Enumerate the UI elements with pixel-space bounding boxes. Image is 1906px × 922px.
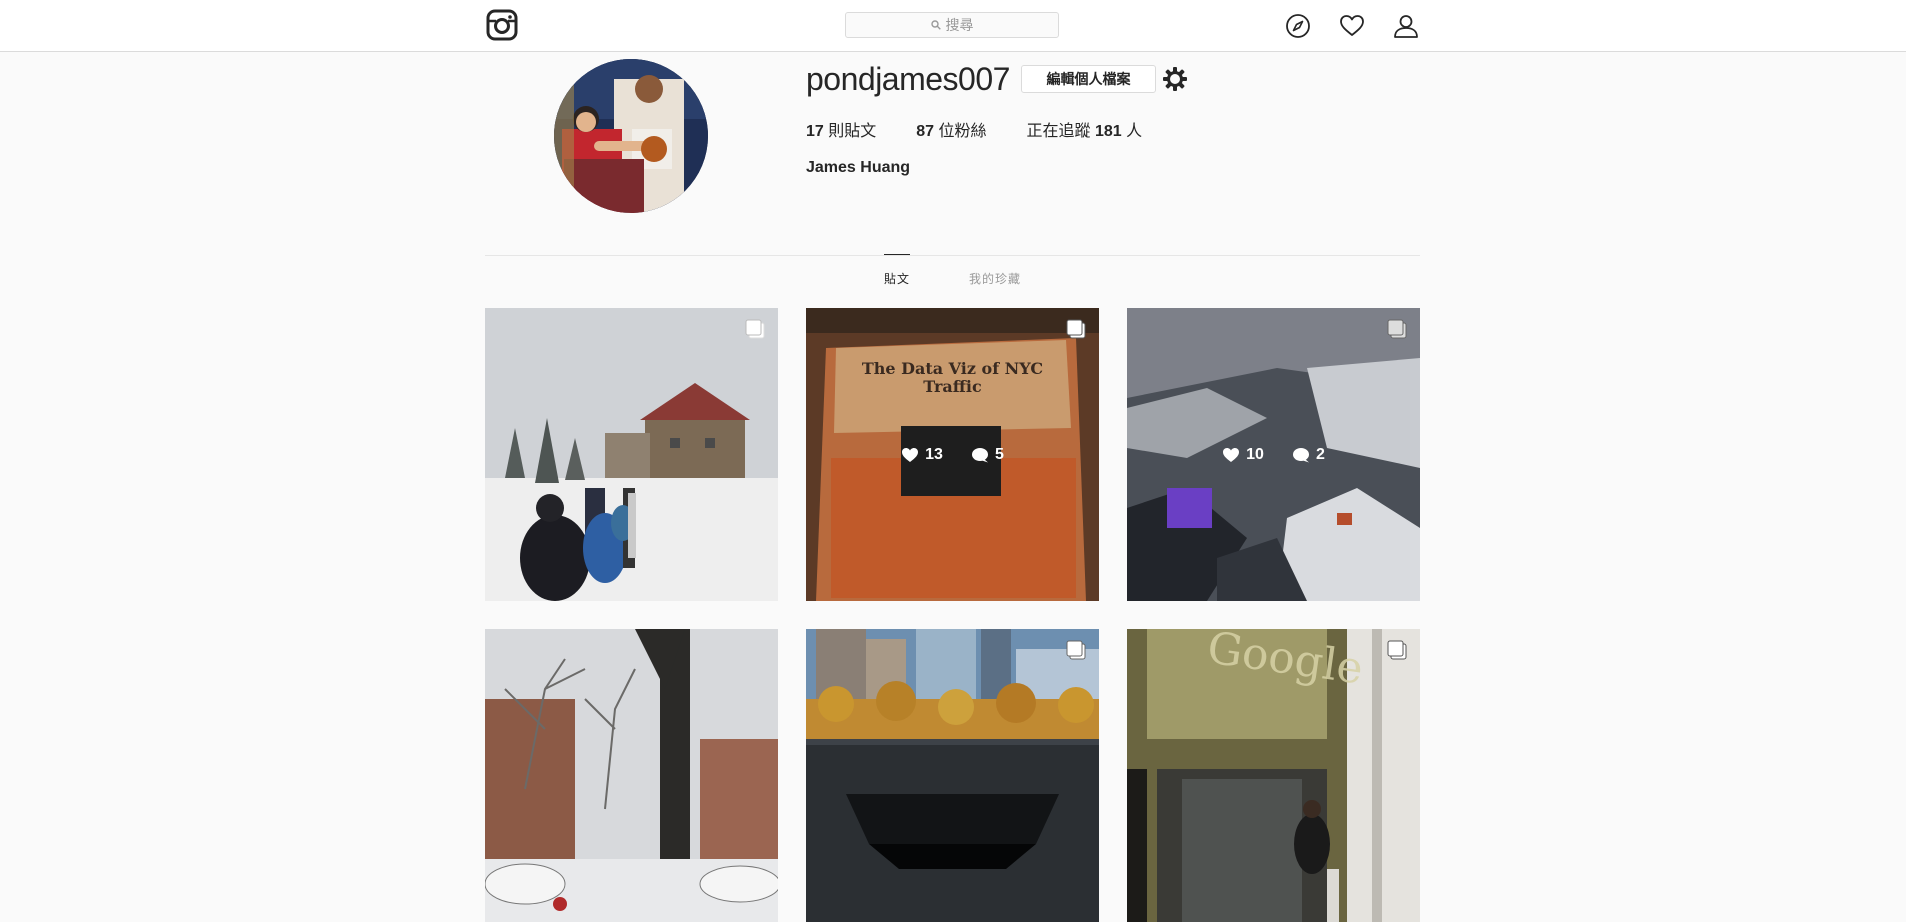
heart-icon [1223, 447, 1240, 462]
post-thumbnail[interactable]: 10 2 [1127, 308, 1420, 601]
post-thumbnail[interactable]: Google [1127, 629, 1420, 922]
profile-stats: 17 則貼文 87 位粉絲 正在追蹤 181 人 [806, 117, 1142, 141]
compass-icon[interactable] [1285, 13, 1311, 39]
search-placeholder: 搜尋 [945, 17, 974, 33]
multiple-photos-icon [1387, 640, 1407, 660]
post-thumbnail[interactable] [485, 308, 778, 601]
multiple-photos-icon [1066, 640, 1086, 660]
active-tab-indicator [884, 254, 910, 255]
likes-count: 10 [1222, 446, 1264, 464]
person-icon[interactable] [1393, 13, 1419, 39]
search-input[interactable]: 搜尋 [845, 12, 1059, 38]
multiple-photos-icon [1066, 319, 1086, 339]
multiple-photos-icon [1387, 319, 1407, 339]
profile-full-name: James Huang [806, 159, 911, 176]
likes-count: 13 [901, 446, 943, 464]
profile-username: pondjames007 [806, 61, 1010, 97]
avatar-photo [554, 59, 708, 213]
heart-icon[interactable] [1339, 13, 1365, 39]
gear-icon[interactable] [1161, 65, 1189, 93]
instagram-logo-icon[interactable] [486, 9, 518, 41]
edit-profile-button[interactable]: 編輯個人檔案 [1021, 65, 1156, 93]
comment-bubble-icon [1292, 447, 1309, 462]
post-image [485, 308, 778, 601]
post-image [485, 629, 778, 922]
posts-count: 17 則貼文 [806, 123, 877, 140]
avatar[interactable] [554, 59, 708, 213]
post-thumbnail[interactable] [485, 629, 778, 922]
post-hover-overlay: 10 2 [1127, 308, 1420, 601]
comments-count: 5 [971, 446, 1004, 464]
top-navigation-bar: 搜尋 [0, 0, 1906, 52]
post-image [806, 629, 1099, 922]
tab-posts[interactable]: 貼文 [884, 270, 910, 287]
post-hover-overlay: 13 5 [806, 308, 1099, 601]
multiple-photos-icon [745, 319, 765, 339]
comment-bubble-icon [971, 447, 988, 462]
tabs-divider [485, 255, 1420, 256]
comments-count: 2 [1292, 446, 1325, 464]
following-count[interactable]: 正在追蹤 181 人 [1027, 117, 1143, 141]
post-thumbnail[interactable] [806, 629, 1099, 922]
tab-saved[interactable]: 我的珍藏 [969, 270, 1021, 287]
post-thumbnail[interactable]: The Data Viz of NYC Traffic 13 5 [806, 308, 1099, 601]
search-icon [930, 20, 941, 30]
heart-icon [902, 447, 919, 462]
followers-count[interactable]: 87 位粉絲 [916, 117, 986, 141]
